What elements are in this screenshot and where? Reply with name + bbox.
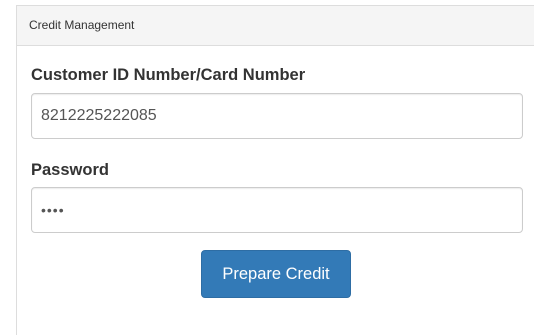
customer-id-label: Customer ID Number/Card Number (31, 66, 306, 84)
credit-management-panel: Credit Management Customer ID Number/Car… (16, 5, 534, 335)
password-label: Password (31, 161, 109, 179)
password-input[interactable] (31, 187, 523, 233)
customer-id-input[interactable] (31, 93, 523, 139)
panel-heading: Credit Management (17, 6, 534, 46)
prepare-credit-button[interactable]: Prepare Credit (201, 250, 351, 298)
